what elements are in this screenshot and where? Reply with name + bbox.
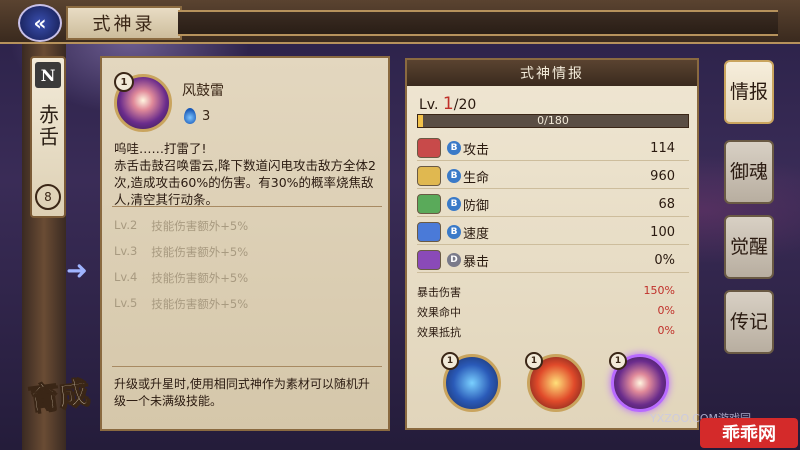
upgrade-text: 技能伤害额外+5% xyxy=(151,271,249,285)
logo-watermark: 乖乖网 xyxy=(700,418,798,448)
stat-value: 100 xyxy=(650,224,675,240)
grade-badge: B xyxy=(447,225,461,239)
upgrade-text: 技能伤害额外+5% xyxy=(151,297,249,311)
grow-button[interactable]: 育成 xyxy=(12,350,104,436)
speed-icon xyxy=(417,222,441,242)
sub-stat-row: 暴击伤害 150% xyxy=(417,284,689,300)
grow-button-label: 育成 xyxy=(26,374,91,418)
info-header: 式神情报 xyxy=(407,60,697,86)
sub-stat-name: 暴击伤害 xyxy=(417,286,461,299)
hp-icon xyxy=(417,166,441,186)
grade-badge: D xyxy=(447,253,461,267)
upgrade-level: Lv.5 xyxy=(114,296,138,310)
tab-info[interactable]: 情报 xyxy=(724,60,774,124)
tab-awaken[interactable]: 觉醒 xyxy=(724,215,774,279)
stat-name: 防御 xyxy=(463,198,490,214)
upgrade-row: Lv.4 技能伤害额外+5% xyxy=(114,270,248,286)
upgrade-text: 技能伤害额外+5% xyxy=(151,245,249,259)
shikigami-name-banner: N 赤舌 8 xyxy=(30,56,66,218)
level-max: /20 xyxy=(453,97,477,113)
upgrade-row: Lv.5 技能伤害额外+5% xyxy=(114,296,248,312)
sub-stat-name: 效果命中 xyxy=(417,306,461,319)
stat-row-hp: B 生命 960 xyxy=(417,164,689,189)
skill-cost: 3 xyxy=(184,108,210,124)
stat-name: 速度 xyxy=(463,226,490,242)
back-button[interactable]: « xyxy=(18,4,62,42)
grade-badge: B xyxy=(447,169,461,183)
skill-name: 风鼓雷 xyxy=(182,83,224,99)
skill-cost-value: 3 xyxy=(202,108,211,124)
stat-row-speed: B 速度 100 xyxy=(417,220,689,245)
upgrade-level: Lv.2 xyxy=(114,218,138,232)
stat-value: 114 xyxy=(650,140,675,156)
stat-row-crit: D 暴击 0% xyxy=(417,248,689,273)
stat-value: 960 xyxy=(650,168,675,184)
stat-value: 0% xyxy=(654,252,675,268)
sub-stat-value: 0% xyxy=(657,324,675,337)
tab-biography[interactable]: 传记 xyxy=(724,290,774,354)
divider xyxy=(112,366,382,367)
shikigami-level: 8 xyxy=(35,184,61,210)
level-current: 1 xyxy=(442,94,454,114)
sub-stat-value: 150% xyxy=(643,284,675,297)
skill-slot-level: 1 xyxy=(609,352,627,370)
upgrade-row: Lv.3 技能伤害额外+5% xyxy=(114,244,248,260)
level-label: Lv. xyxy=(419,97,439,113)
stat-name: 暴击 xyxy=(463,254,490,270)
exp-bar: 0/180 xyxy=(417,114,689,128)
upgrade-level: Lv.3 xyxy=(114,244,138,258)
back-arrow-icon: « xyxy=(33,11,47,35)
stat-name: 攻击 xyxy=(463,142,490,158)
sub-stat-row: 效果命中 0% xyxy=(417,304,689,320)
stat-row-attack: B 攻击 114 xyxy=(417,136,689,161)
upgrade-row: Lv.2 技能伤害额外+5% xyxy=(114,218,248,234)
page-title: 式神录 xyxy=(66,6,182,40)
exp-text: 0/180 xyxy=(537,114,569,127)
level-line: Lv. 1/20 xyxy=(419,94,476,114)
rank-badge: N xyxy=(35,62,61,88)
previous-arrow-icon[interactable]: ➜ xyxy=(66,256,88,286)
divider xyxy=(112,206,382,207)
stat-row-defense: B 防御 68 xyxy=(417,192,689,217)
skill-detail-panel: 1 风鼓雷 3 呜哇……打雷了! 赤舌击鼓召唤雷云,降下数道闪电攻击敌方全体2次… xyxy=(100,56,390,431)
skill-level-tag: 1 xyxy=(114,72,134,92)
upgrade-text: 技能伤害额外+5% xyxy=(151,219,249,233)
stat-name: 生命 xyxy=(463,170,490,186)
grade-badge: B xyxy=(447,141,461,155)
upgrade-level: Lv.4 xyxy=(114,270,138,284)
stat-value: 68 xyxy=(658,196,675,212)
title-rail xyxy=(178,10,778,36)
mana-orb-icon xyxy=(184,108,196,124)
crit-icon xyxy=(417,250,441,270)
sub-stat-value: 0% xyxy=(657,304,675,317)
tab-soul[interactable]: 御魂 xyxy=(724,140,774,204)
upgrade-note: 升级或升星时,使用相同式神作为素材可以随机升级一个未满级技能。 xyxy=(114,377,370,408)
skill-description: 呜哇……打雷了! 赤舌击鼓召唤雷云,降下数道闪电攻击敌方全体2次,造成攻击60%… xyxy=(114,141,376,207)
grade-badge: B xyxy=(447,197,461,211)
info-panel: 式神情报 Lv. 1/20 0/180 B 攻击 114 B 生命 960 B … xyxy=(405,58,699,430)
sub-stat-name: 效果抵抗 xyxy=(417,326,461,339)
sub-stat-row: 效果抵抗 0% xyxy=(417,324,689,340)
skill-slot-level: 1 xyxy=(525,352,543,370)
skill-slot-level: 1 xyxy=(441,352,459,370)
shikigami-name: 赤舌 xyxy=(35,104,60,148)
attack-icon xyxy=(417,138,441,158)
defense-icon xyxy=(417,194,441,214)
